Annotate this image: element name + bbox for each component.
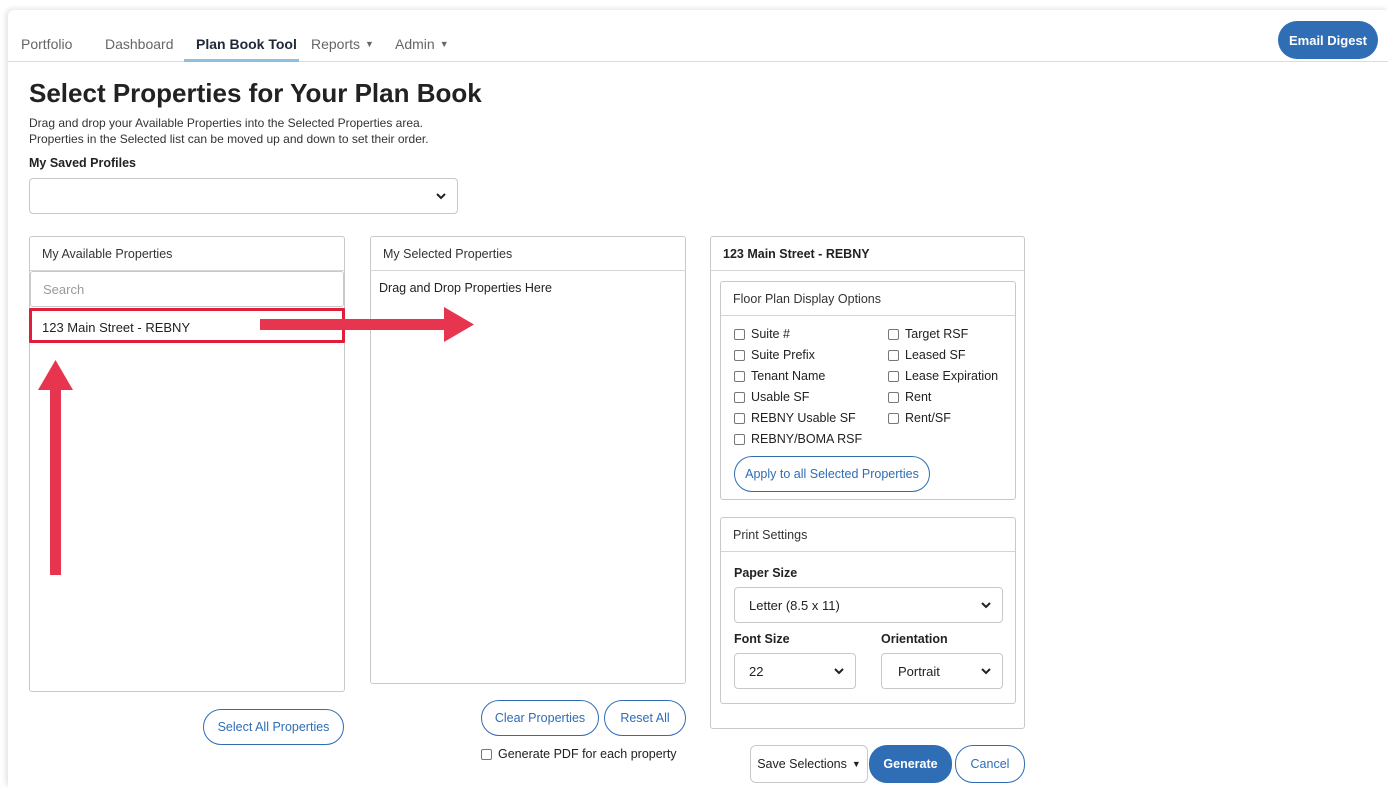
checkbox[interactable]: [734, 391, 745, 403]
tab-dashboard[interactable]: Dashboard: [105, 36, 174, 52]
chevron-down-icon: [436, 193, 446, 200]
property-search-input[interactable]: Search: [30, 271, 344, 307]
instructions-line-2: Properties in the Selected list can be m…: [29, 132, 429, 146]
reset-all-button[interactable]: Reset All: [604, 700, 686, 736]
generate-pdf-each-checkbox[interactable]: Generate PDF for each property: [481, 747, 677, 761]
generate-pdf-each-label: Generate PDF for each property: [498, 747, 677, 761]
print-settings-title: Print Settings: [721, 518, 1015, 552]
checkbox[interactable]: [888, 391, 899, 403]
option-label: REBNY Usable SF: [751, 411, 856, 425]
orientation-select[interactable]: Portrait: [881, 653, 1003, 689]
save-selections-button[interactable]: Save Selections ▼: [750, 745, 868, 783]
orientation-value: Portrait: [898, 663, 940, 679]
option-label: Suite #: [751, 327, 790, 341]
checkbox[interactable]: [888, 412, 899, 424]
print-settings-panel: Print Settings Paper Size Letter (8.5 x …: [720, 517, 1016, 704]
font-size-select[interactable]: 22: [734, 653, 856, 689]
option-suite-number[interactable]: Suite #: [734, 327, 790, 341]
generate-button[interactable]: Generate: [869, 745, 952, 783]
option-label: Target RSF: [905, 327, 969, 341]
chevron-down-icon: [981, 668, 991, 675]
floor-plan-options-panel: Floor Plan Display Options Suite # Suite…: [720, 281, 1016, 500]
page-title: Select Properties for Your Plan Book: [29, 78, 482, 108]
paper-size-select[interactable]: Letter (8.5 x 11): [734, 587, 1003, 623]
checkbox[interactable]: [734, 328, 745, 340]
option-label: Lease Expiration: [905, 369, 999, 383]
paper-size-label: Paper Size: [734, 566, 798, 580]
email-digest-button[interactable]: Email Digest: [1278, 21, 1378, 59]
option-label: Tenant Name: [751, 369, 826, 383]
option-label: Suite Prefix: [751, 348, 815, 362]
property-details-title: 123 Main Street - REBNY: [711, 237, 1024, 271]
option-label: Usable SF: [751, 390, 810, 404]
tab-reports[interactable]: Reports ▼: [311, 36, 374, 52]
chevron-down-icon: [981, 602, 991, 609]
selected-properties-panel[interactable]: My Selected Properties Drag and Drop Pro…: [370, 236, 686, 684]
save-selections-label: Save Selections: [757, 757, 847, 771]
tab-admin[interactable]: Admin ▼: [395, 36, 449, 52]
checkbox[interactable]: [888, 328, 899, 340]
checkbox[interactable]: [734, 433, 745, 445]
caret-down-icon: ▼: [439, 39, 449, 49]
active-tab-indicator: [184, 59, 299, 62]
floor-plan-options-title: Floor Plan Display Options: [721, 282, 1015, 316]
select-all-properties-button[interactable]: Select All Properties: [203, 709, 344, 745]
caret-down-icon: ▼: [365, 39, 374, 49]
option-lease-expiration[interactable]: Lease Expiration: [888, 369, 998, 383]
checkbox[interactable]: [481, 748, 492, 760]
saved-profiles-select[interactable]: [29, 178, 458, 214]
font-size-value: 22: [749, 663, 764, 679]
checkbox[interactable]: [734, 370, 745, 382]
checkbox[interactable]: [734, 412, 745, 424]
property-details-panel: 123 Main Street - REBNY Floor Plan Displ…: [710, 236, 1025, 729]
option-leased-sf[interactable]: Leased SF: [888, 348, 965, 362]
selected-properties-title: My Selected Properties: [371, 237, 685, 271]
caret-down-icon: ▼: [851, 759, 861, 769]
option-label: Rent: [905, 390, 932, 404]
cancel-button[interactable]: Cancel: [955, 745, 1025, 783]
top-nav: Portfolio Dashboard Plan Book Tool Repor…: [8, 10, 1388, 62]
tab-admin-label: Admin: [395, 36, 435, 52]
instructions-line-1: Drag and drop your Available Properties …: [29, 116, 424, 130]
option-usable-sf[interactable]: Usable SF: [734, 390, 809, 404]
tab-reports-label: Reports: [311, 36, 361, 52]
font-size-label: Font Size: [734, 632, 790, 646]
option-rent[interactable]: Rent: [888, 390, 931, 404]
option-target-rsf[interactable]: Target RSF: [888, 327, 968, 341]
option-label: REBNY/BOMA RSF: [751, 432, 863, 446]
chevron-down-icon: [834, 668, 844, 675]
paper-size-value: Letter (8.5 x 11): [749, 597, 840, 613]
checkbox[interactable]: [734, 349, 745, 361]
orientation-label: Orientation: [881, 632, 948, 646]
saved-profiles-label: My Saved Profiles: [29, 156, 136, 170]
option-tenant-name[interactable]: Tenant Name: [734, 369, 825, 383]
option-label: Rent/SF: [905, 411, 951, 425]
checkbox[interactable]: [888, 349, 899, 361]
option-suite-prefix[interactable]: Suite Prefix: [734, 348, 815, 362]
checkbox[interactable]: [888, 370, 899, 382]
available-properties-panel: My Available Properties Search 123 Main …: [29, 236, 345, 692]
apply-to-all-button[interactable]: Apply to all Selected Properties: [734, 456, 930, 492]
drop-zone-hint: Drag and Drop Properties Here: [379, 281, 552, 295]
available-properties-title: My Available Properties: [30, 237, 344, 271]
option-label: Leased SF: [905, 348, 966, 362]
tab-plan-book-tool[interactable]: Plan Book Tool: [196, 36, 297, 52]
tab-portfolio[interactable]: Portfolio: [21, 36, 72, 52]
annotation-highlight-box: [29, 308, 345, 343]
clear-properties-button[interactable]: Clear Properties: [481, 700, 599, 736]
option-rent-per-sf[interactable]: Rent/SF: [888, 411, 951, 425]
option-rebny-boma-rsf[interactable]: REBNY/BOMA RSF: [734, 432, 862, 446]
page: Portfolio Dashboard Plan Book Tool Repor…: [8, 10, 1388, 787]
option-rebny-usable-sf[interactable]: REBNY Usable SF: [734, 411, 856, 425]
